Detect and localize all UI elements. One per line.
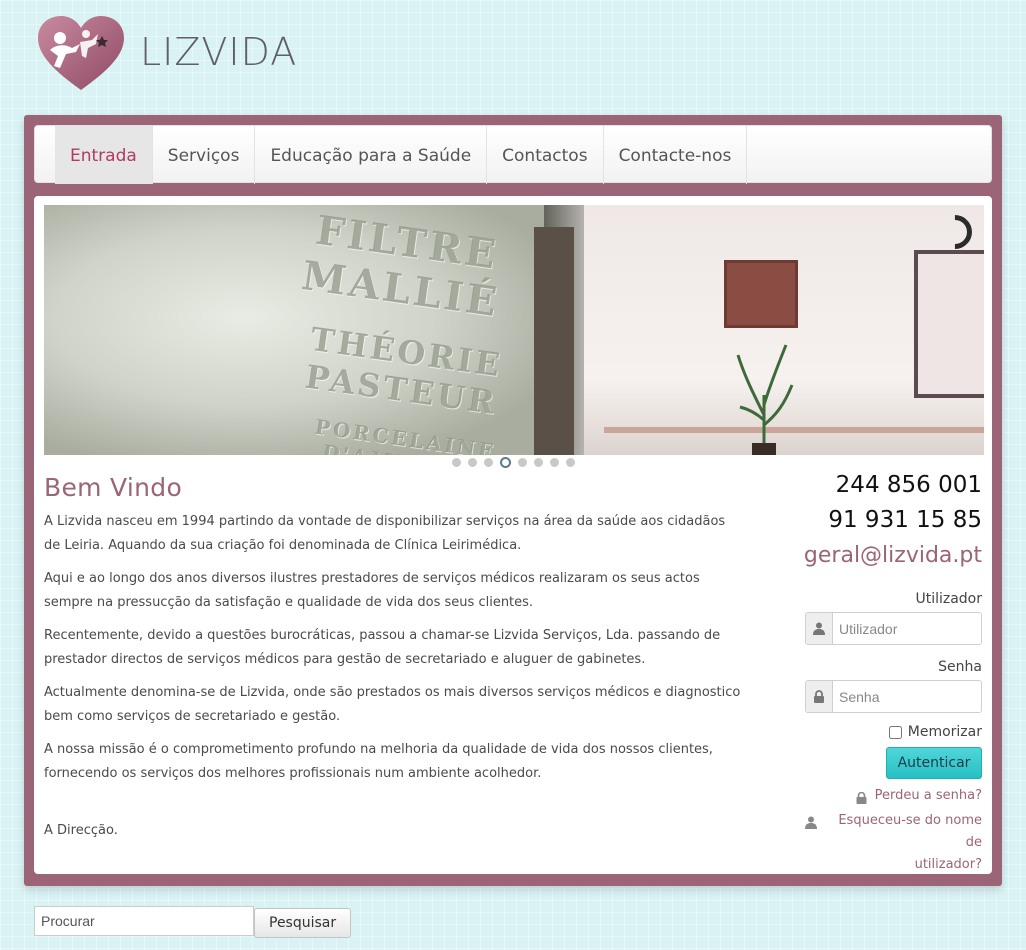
phone-number-2: 91 931 15 85 (828, 507, 982, 533)
engraving-line-1: FILTRE MALLIÉ (299, 206, 503, 327)
authenticate-button[interactable]: Autenticar (886, 747, 982, 779)
slide-door (534, 227, 574, 455)
forgot-password-link[interactable]: Perdeu a senha? (875, 785, 982, 807)
slide-dot[interactable] (533, 458, 543, 467)
article-paragraph-5: A nossa missão é o comprometimento profu… (44, 742, 713, 781)
article-paragraph-2: Aqui e ao longo dos anos diversos ilustr… (44, 571, 700, 610)
heart-logo-icon (38, 16, 124, 90)
slide-dot[interactable] (499, 457, 511, 468)
plant-icon (736, 344, 794, 455)
username-input[interactable] (833, 613, 981, 644)
login-form: Utilizador Senha Memorizar Autenticar (805, 591, 982, 876)
lock-icon (856, 789, 867, 808)
main-navbar: Entrada Serviços Educação para a Saúde C… (34, 125, 992, 184)
slide-dot[interactable] (451, 458, 461, 467)
phone-number-1: 244 856 001 (835, 472, 982, 498)
user-icon (805, 814, 817, 833)
password-field-wrapper (805, 680, 982, 713)
article-paragraph-4: Actualmente denomina-se de Lizvida, onde… (44, 685, 741, 724)
forgot-username-line-2: utilizador? (914, 857, 982, 872)
password-input[interactable] (833, 681, 981, 712)
slide-notice-board (914, 250, 984, 398)
slide-tile-border (604, 427, 984, 433)
contact-info: 244 856 001 91 931 15 85 geral@lizvida.p… (804, 468, 982, 574)
lizvida-logo[interactable] (36, 14, 126, 92)
username-label: Utilizador (915, 591, 982, 607)
search-button[interactable]: Pesquisar (254, 908, 352, 938)
article-paragraph-3: Recentemente, devido a questões burocrát… (44, 628, 721, 667)
article-paragraph-1: A Lizvida nasceu em 1994 partindo da von… (44, 514, 726, 553)
user-icon (806, 613, 833, 644)
nav-item-entrada[interactable]: Entrada (55, 126, 153, 184)
forgot-password-row: Perdeu a senha? (805, 785, 982, 808)
remember-checkbox[interactable] (888, 725, 902, 739)
password-label: Senha (938, 659, 982, 675)
remember-label: Memorizar (907, 724, 982, 740)
article-title: Bem Vindo (44, 473, 183, 502)
nav-item-educacao[interactable]: Educação para a Saúde (255, 126, 488, 184)
slide-engraving: FILTRE MALLIÉ THÉORIE PASTEUR PORCELAINE… (244, 207, 564, 455)
slide-dot[interactable] (483, 458, 493, 467)
nav-menu: Entrada Serviços Educação para a Saúde C… (55, 126, 748, 184)
nav-item-contacte-nos[interactable]: Contacte-nos (604, 126, 748, 184)
slide-dot[interactable] (565, 458, 575, 467)
search-form: Pesquisar (34, 906, 352, 938)
remember-me[interactable]: Memorizar (805, 724, 982, 740)
brand-name: LIZVIDA (140, 30, 298, 74)
slideshow-image[interactable]: FILTRE MALLIÉ THÉORIE PASTEUR PORCELAINE… (44, 205, 984, 455)
content-panel: FILTRE MALLIÉ THÉORIE PASTEUR PORCELAINE… (34, 196, 992, 874)
nav-item-servicos[interactable]: Serviços (153, 126, 256, 184)
forgot-username-link[interactable]: Esqueceu-se do nome de utilizador? (825, 810, 982, 876)
article-signoff: A Direcção. (44, 823, 118, 838)
slide-dot[interactable] (549, 458, 559, 467)
welcome-article: Bem Vindo A Lizvida nasceu em 1994 parti… (44, 473, 744, 795)
slide-dot[interactable] (517, 458, 527, 467)
search-input[interactable] (34, 906, 254, 936)
slide-picture-frame (724, 260, 798, 328)
username-field-wrapper (805, 612, 982, 645)
main-frame: Entrada Serviços Educação para a Saúde C… (24, 115, 1002, 886)
forgot-username-row: Esqueceu-se do nome de utilizador? (805, 810, 982, 876)
forgot-username-line-1: Esqueceu-se do nome de (838, 813, 982, 850)
slideshow-pagination (34, 457, 992, 468)
nav-item-contactos[interactable]: Contactos (487, 126, 604, 184)
slide-dot[interactable] (467, 458, 477, 467)
lock-icon (806, 681, 833, 712)
email-link[interactable]: geral@lizvida.pt (804, 538, 982, 574)
